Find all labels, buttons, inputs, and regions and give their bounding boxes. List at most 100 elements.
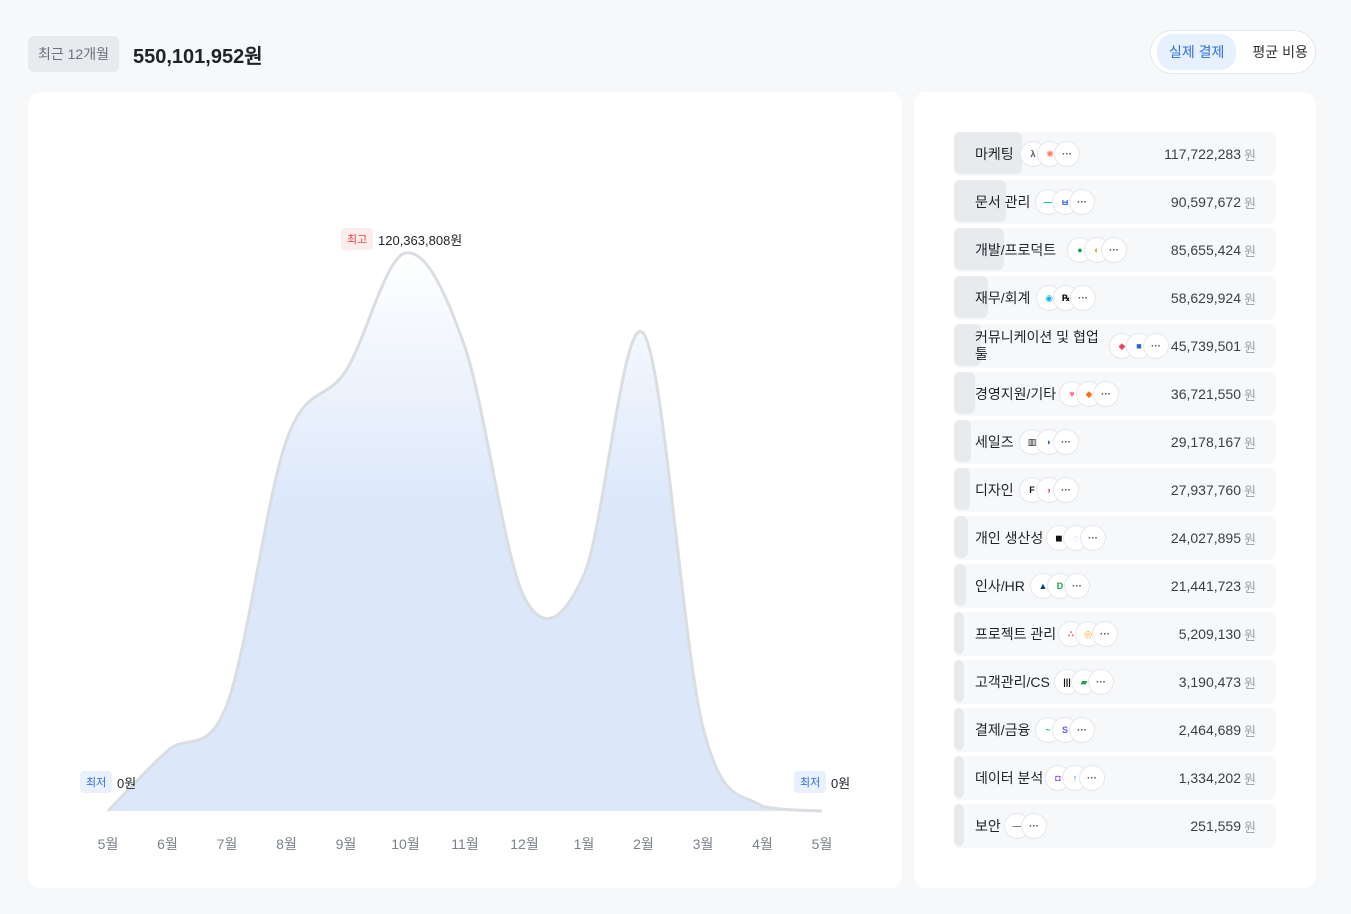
category-row[interactable]: 보안 — ··· 251,559 원 [954, 804, 1276, 848]
x-axis-month-label: 11월 [451, 836, 479, 852]
currency-unit: 원 [1244, 387, 1256, 403]
category-row[interactable]: 디자인 F › ··· 27,937,760 원 [954, 468, 1276, 512]
spending-chart-card: 최고 120,363,808원 최저 0원 최저 0원 5월 6월 7월 8월 9월 10… [28, 92, 902, 888]
service-icons: λ ✺ ··· [1020, 141, 1080, 167]
currency-unit: 원 [1244, 435, 1256, 451]
category-row[interactable]: 프로젝트 관리 ∴ ◎ ··· 5,209,130 원 [954, 612, 1276, 656]
more-icon: ··· [1053, 477, 1079, 503]
more-icon: ··· [1143, 333, 1169, 359]
category-name: 세일즈 [975, 433, 1014, 450]
min-value-right: 0원 [831, 776, 851, 791]
currency-unit: 원 [1244, 723, 1256, 739]
category-row[interactable]: 결제/금융 ~ S ··· 2,464,689 원 [954, 708, 1276, 752]
min-tag-left: 최저 [80, 771, 113, 793]
category-amount: 45,739,501 [1170, 338, 1241, 354]
service-icons: — ㅂ ··· [1035, 189, 1095, 215]
category-row[interactable]: 고객관리/CS ||| ▰ ··· 3,190,473 원 [954, 660, 1276, 704]
category-row[interactable]: 인사/HR ▲ D ··· 21,441,723 원 [954, 564, 1276, 608]
category-row[interactable]: 커뮤니케이션 및 협업툴 ◆ ■ ··· 45,739,501 원 [954, 324, 1276, 368]
category-name: 재무/회계 [975, 289, 1031, 306]
service-icons: ◉ ℞ ··· [1036, 285, 1096, 311]
view-toggle: 실제 결제 평균 비용 [1150, 30, 1316, 74]
currency-unit: 원 [1244, 771, 1256, 787]
currency-unit: 원 [1244, 531, 1256, 547]
currency-unit: 원 [1244, 291, 1256, 307]
category-name: 고객관리/CS [975, 673, 1050, 690]
category-row[interactable]: 데이터 분석 ◘ ↑ ··· 1,334,202 원 [954, 756, 1276, 800]
category-amount: 36,721,550 [1170, 386, 1241, 402]
category-amount: 2,464,689 [1178, 722, 1241, 738]
currency-unit: 원 [1244, 483, 1256, 499]
category-amount: 251,559 [1190, 818, 1241, 834]
category-name: 보안 [975, 817, 1001, 834]
category-name: 커뮤니케이션 및 협업툴 [975, 329, 1099, 362]
more-icon: ··· [1101, 237, 1127, 263]
actual-payment-toggle[interactable]: 실제 결제 [1157, 34, 1237, 70]
x-axis-month-label: 12월 [510, 836, 539, 852]
category-name: 디자인 [975, 481, 1014, 498]
category-name: 데이터 분석 [975, 769, 1044, 786]
x-axis-month-label: 6월 [157, 836, 178, 852]
total-amount: 550,101,952원 [132, 45, 263, 68]
category-row[interactable]: 세일즈 ▥ ◗ ··· 29,178,167 원 [954, 420, 1276, 464]
service-icons: ∴ ◎ ··· [1058, 621, 1118, 647]
x-axis-month-label: 5월 [97, 836, 119, 852]
currency-unit: 원 [1244, 675, 1256, 691]
category-amount: 3,190,473 [1178, 674, 1241, 690]
category-share-bar [954, 516, 968, 558]
category-row[interactable]: 개인 생산성 ◼ ◌ ··· 24,027,895 원 [954, 516, 1276, 560]
category-amount: 85,655,424 [1170, 242, 1241, 258]
period-badge[interactable]: 최근 12개월 [28, 36, 119, 72]
more-icon: ··· [1092, 621, 1118, 647]
currency-unit: 원 [1244, 627, 1256, 643]
more-icon: ··· [1064, 573, 1090, 599]
category-amount: 29,178,167 [1170, 434, 1241, 450]
service-icons: ▥ ◗ ··· [1019, 429, 1079, 455]
category-row[interactable]: 개발/프로덕트 ● ◐ ··· 85,655,424 원 [954, 228, 1276, 272]
category-amount: 117,722,283 [1164, 146, 1241, 162]
category-row[interactable]: 경영지원/기타 ♥ ◆ ··· 36,721,550 원 [954, 372, 1276, 416]
min-value-left: 0원 [117, 776, 137, 791]
more-icon: ··· [1054, 141, 1080, 167]
category-name: 인사/HR [975, 577, 1025, 594]
currency-unit: 원 [1244, 579, 1256, 595]
service-icons: — ··· [1004, 813, 1047, 839]
x-axis-month-label: 2월 [633, 836, 654, 852]
category-row[interactable]: 문서 관리 — ㅂ ··· 90,597,672 원 [954, 180, 1276, 224]
more-icon: ··· [1069, 189, 1095, 215]
service-icons: F › ··· [1019, 477, 1079, 503]
page-header: 최근 12개월 550,101,952원 [28, 36, 263, 72]
category-share-bar [954, 420, 971, 462]
category-share-bar [954, 756, 964, 798]
x-axis-month-label: 10월 [391, 836, 420, 852]
category-amount: 1,334,202 [1178, 770, 1241, 786]
service-icons: ● ◐ ··· [1067, 237, 1127, 263]
average-cost-toggle[interactable]: 평균 비용 [1240, 34, 1319, 70]
category-amount: 21,441,723 [1170, 578, 1241, 594]
service-icons: ~ S ··· [1035, 717, 1095, 743]
category-list-card: 마케팅 λ ✺ ··· 117,722,283 원 문서 관리 — ㅂ ··· 90,597,672… [914, 92, 1316, 888]
x-axis-month-label: 9월 [335, 836, 357, 852]
category-share-bar [954, 660, 964, 702]
more-icon: ··· [1069, 717, 1095, 743]
currency-unit: 원 [1244, 819, 1256, 835]
x-axis-month-label: 1월 [573, 836, 595, 852]
currency-unit: 원 [1244, 195, 1256, 211]
currency-unit: 원 [1244, 147, 1256, 163]
spending-area-chart [106, 251, 823, 813]
more-icon: ··· [1079, 765, 1105, 791]
max-value: 120,363,808원 [378, 233, 463, 248]
category-name: 개발/프로덕트 [975, 241, 1057, 258]
more-icon: ··· [1080, 525, 1106, 551]
category-amount: 27,937,760 [1170, 482, 1241, 498]
more-icon: ··· [1088, 669, 1114, 695]
more-icon: ··· [1053, 429, 1079, 455]
max-tag: 최고 [341, 228, 374, 250]
category-name: 마케팅 [975, 145, 1014, 162]
category-share-bar [954, 804, 964, 846]
category-row[interactable]: 마케팅 λ ✺ ··· 117,722,283 원 [954, 132, 1276, 176]
x-axis-month-label: 3월 [692, 836, 714, 852]
category-row[interactable]: 재무/회계 ◉ ℞ ··· 58,629,924 원 [954, 276, 1276, 320]
x-axis-month-label: 8월 [276, 836, 297, 852]
x-axis-month-label: 5월 [811, 836, 833, 852]
